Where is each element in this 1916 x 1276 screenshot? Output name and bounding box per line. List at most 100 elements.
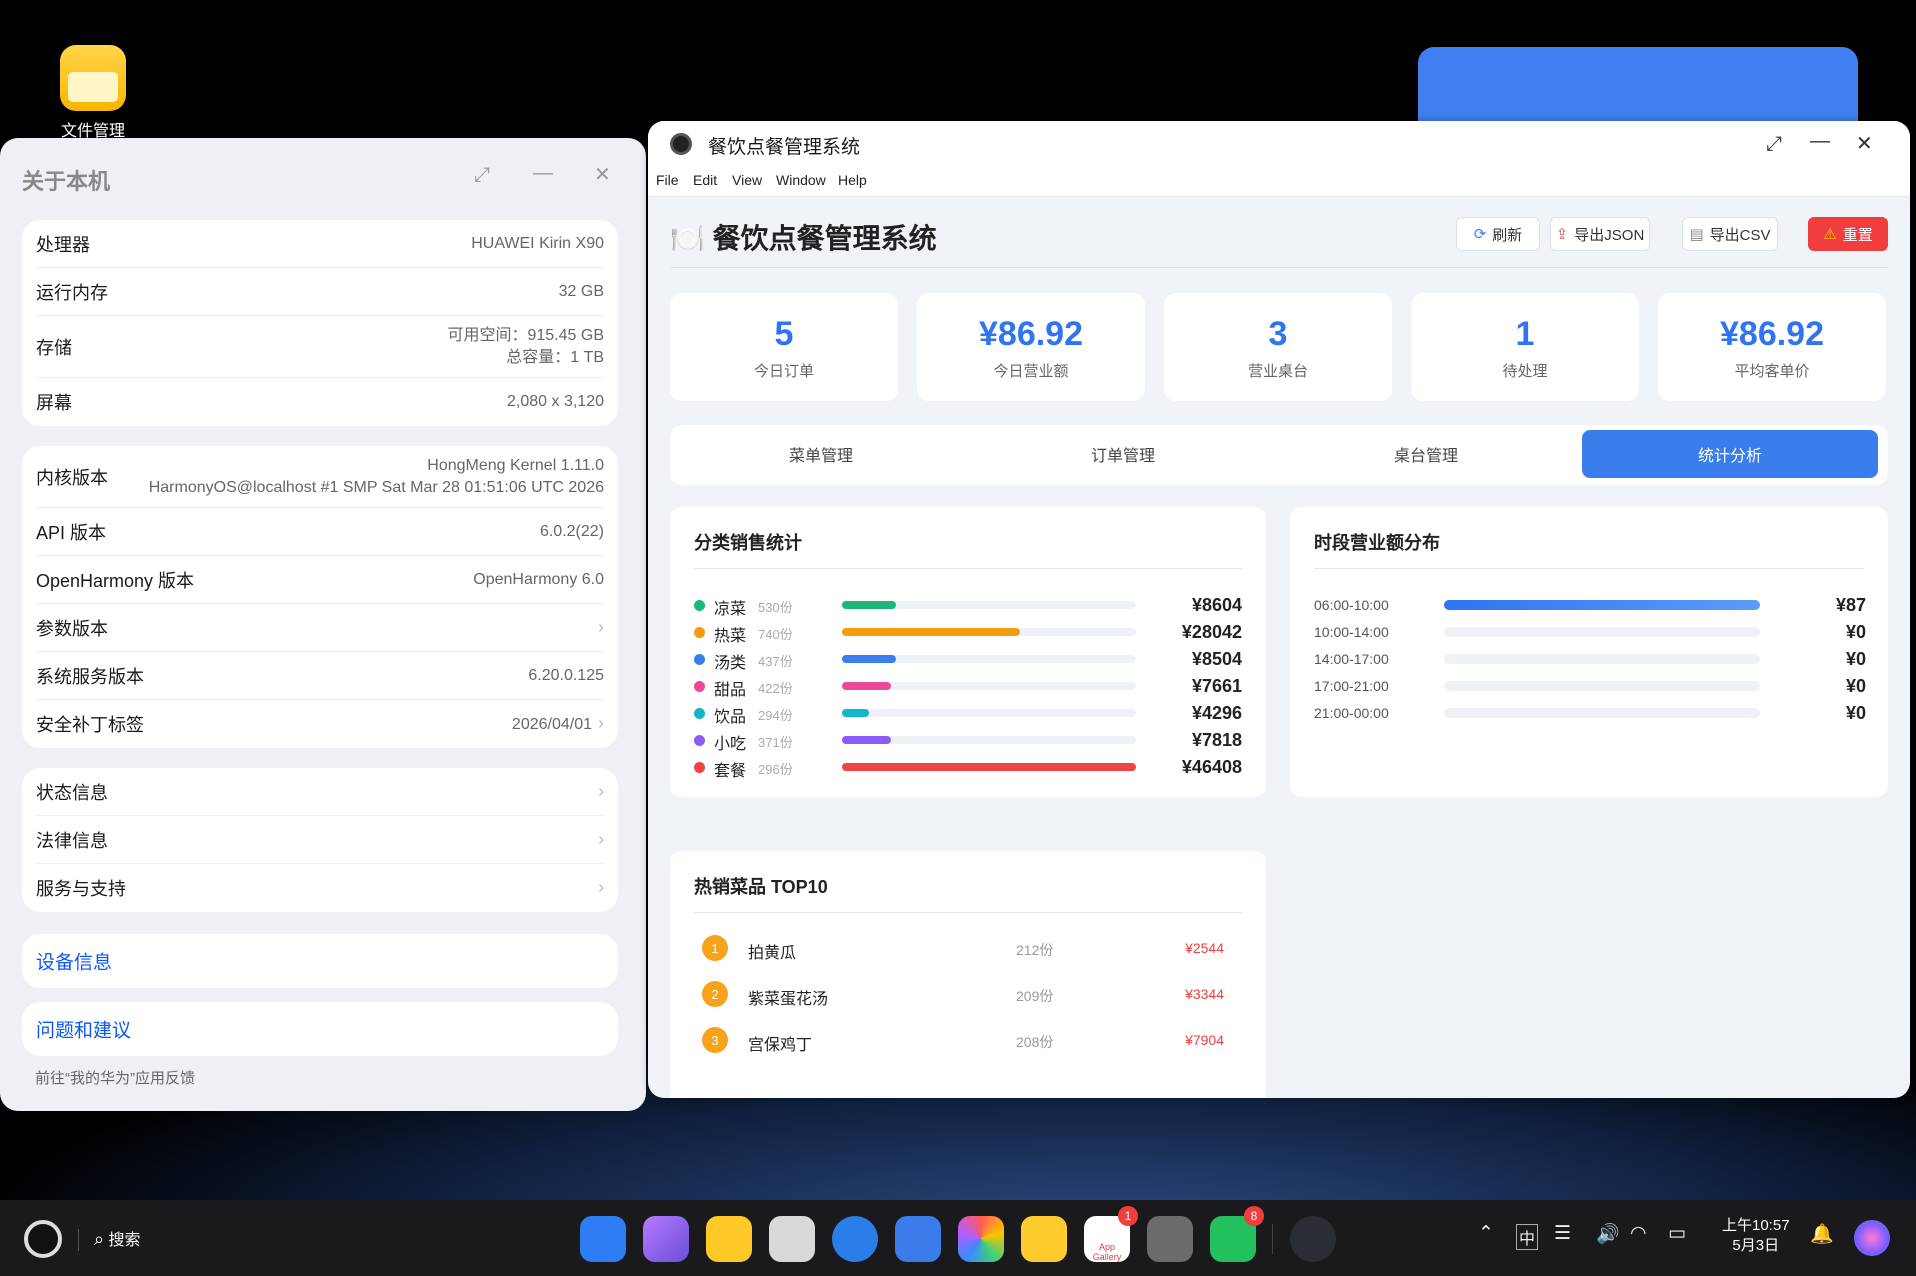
file-manager-desktop-icon[interactable]: 文件管理 (55, 45, 131, 141)
row-value: › (592, 828, 604, 852)
clock-date: 5月3日 (1732, 1237, 1780, 1254)
category-amount: ¥4296 (1191, 703, 1242, 723)
row-value: › (592, 616, 604, 640)
menu-help[interactable]: Help (838, 172, 867, 188)
tab-order-management[interactable]: 订单管理 (972, 430, 1274, 478)
search-icon: ⌕ (94, 1229, 105, 1249)
volume-icon[interactable]: 🔊 (1596, 1222, 1620, 1246)
category-row: 套餐 296份 ¥46408 (694, 757, 1242, 780)
app-center-icon[interactable] (580, 1216, 626, 1262)
info-row-support[interactable]: 服务与支持 › (36, 864, 604, 912)
tab-menu-management[interactable]: 菜单管理 (670, 430, 972, 478)
chevron-up-icon[interactable]: ⌃ (1478, 1222, 1494, 1245)
reset-button[interactable]: ⚠ 重置 (1808, 217, 1888, 251)
search-button[interactable]: ⌕ 搜索 (94, 1226, 141, 1250)
stat-label: 平均客单价 (1734, 363, 1810, 380)
category-row: 汤类 437份 ¥8504 (694, 649, 1242, 672)
category-amount: ¥8604 (1191, 595, 1242, 615)
category-count: 740份 (758, 627, 793, 642)
settings-icon[interactable] (1147, 1216, 1193, 1262)
time-slot-label: 17:00-21:00 (1314, 678, 1389, 694)
category-sales-title: 分类销售统计 (694, 533, 802, 553)
export-csv-button[interactable]: ▤ 导出CSV (1682, 217, 1778, 251)
chevron-right-icon: › (598, 616, 604, 637)
time-bar-fill (1444, 600, 1760, 610)
menu-edit[interactable]: Edit (693, 172, 717, 188)
top-items-panel: 热销菜品 TOP10 1 拍黄瓜 212份 ¥2544 2 紫菜蛋花汤 209份 ¥3344 3… (670, 851, 1266, 1098)
info-links-card: 状态信息 › 法律信息 › 服务与支持 › (22, 768, 618, 912)
recycle-bin-icon[interactable] (769, 1216, 815, 1262)
assistant-icon[interactable] (1854, 1220, 1890, 1256)
stat-label: 营业桌台 (1247, 363, 1308, 380)
row-key: 屏幕 (36, 393, 72, 413)
notification-bell-icon[interactable]: 🔔 (1810, 1222, 1834, 1246)
browser-icon[interactable] (832, 1216, 878, 1262)
notification-badge: 8 (1244, 1206, 1264, 1226)
file-manager-icon[interactable] (706, 1216, 752, 1262)
dock-divider (1272, 1224, 1273, 1254)
category-bar-fill (842, 709, 870, 717)
category-dot (694, 762, 705, 773)
battery-icon[interactable]: ▭ (1668, 1222, 1686, 1245)
export-json-button[interactable]: ⇪ 导出JSON (1550, 217, 1650, 251)
category-amount: ¥46408 (1181, 757, 1242, 777)
stat-value: 5 (774, 315, 794, 353)
category-bar-fill (842, 628, 1020, 636)
row-key: 服务与支持 (36, 879, 126, 899)
minimize-icon[interactable]: — (1810, 130, 1830, 153)
time-slot-row: 10:00-14:00 ¥0 (1314, 622, 1866, 642)
info-row-api: API 版本 6.0.2(22) (36, 508, 604, 556)
info-row-legal[interactable]: 法律信息 › (36, 816, 604, 864)
maximize-icon[interactable]: ⤢ (1766, 133, 1782, 156)
about-device-window: 关于本机 ⤢ — ✕ 处理器 HUAWEI Kirin X90 运行内存 32 GB… (0, 138, 646, 1111)
row-key: 内核版本 (36, 467, 108, 488)
menu-file[interactable]: File (656, 172, 679, 188)
wifi-icon[interactable]: ◠ (1630, 1222, 1647, 1245)
info-row-status[interactable]: 状态信息 › (36, 768, 604, 816)
minimize-icon[interactable]: — (533, 162, 553, 185)
row-value: 6.0.2(22) (539, 522, 604, 540)
refresh-button[interactable]: ⟳ 刷新 (1456, 217, 1540, 251)
clipboard-icon[interactable]: ☰ (1554, 1222, 1571, 1245)
stat-card-orders: 5 今日订单 (670, 293, 898, 401)
row-key: 运行内存 (36, 282, 108, 303)
panel-divider (694, 912, 1242, 913)
document-icon: ▤ (1689, 226, 1704, 243)
device-info-link[interactable]: 设备信息 (36, 948, 112, 975)
warning-icon: ⚠ (1823, 226, 1837, 243)
time-bar-track (1444, 627, 1760, 637)
category-row: 甜品 422份 ¥7661 (694, 676, 1242, 699)
app-gallery-icon[interactable]: App Gallery 1 (1084, 1206, 1138, 1262)
ime-indicator[interactable]: 中 (1516, 1224, 1539, 1250)
restaurant-app-taskbar-icon[interactable] (1290, 1216, 1336, 1262)
notes-icon[interactable] (1021, 1216, 1067, 1262)
feedback-card[interactable]: 问题和建议 (22, 1002, 618, 1056)
category-count: 294份 (758, 708, 793, 723)
rank-badge: 3 (702, 1027, 728, 1053)
info-row-param-version[interactable]: 参数版本 › (36, 604, 604, 652)
maximize-icon[interactable]: ⤢ (474, 164, 490, 187)
feedback-link[interactable]: 问题和建议 (36, 1016, 131, 1043)
time-slot-row: 06:00-10:00 ¥87 (1314, 595, 1866, 615)
mail-icon[interactable] (895, 1216, 941, 1262)
device-info-card[interactable]: 设备信息 (22, 934, 618, 988)
clock[interactable]: 上午10:57 5月3日 (1722, 1216, 1790, 1256)
wechat-icon[interactable]: 8 (1210, 1206, 1264, 1262)
menu-window[interactable]: Window (776, 172, 826, 188)
close-icon[interactable]: ✕ (1856, 131, 1873, 156)
info-row-security-patch[interactable]: 安全补丁标签 2026/04/01 › (36, 700, 604, 748)
time-slot-row: 21:00-00:00 ¥0 (1314, 703, 1866, 723)
close-icon[interactable]: ✕ (594, 162, 611, 187)
category-bar-track (842, 736, 1136, 744)
category-count: 437份 (758, 654, 793, 669)
menu-view[interactable]: View (732, 172, 762, 188)
category-bar-fill (842, 736, 892, 744)
tab-table-management[interactable]: 桌台管理 (1275, 430, 1577, 478)
gallery-icon[interactable] (958, 1216, 1004, 1262)
tab-statistics[interactable]: 统计分析 (1582, 430, 1878, 478)
row-value: 2026/04/01 › (512, 712, 604, 736)
start-icon[interactable] (24, 1220, 62, 1258)
dish-revenue: ¥7904 (1185, 1032, 1224, 1048)
time-slot-amount: ¥0 (1845, 703, 1866, 723)
multitask-icon[interactable] (643, 1216, 689, 1262)
